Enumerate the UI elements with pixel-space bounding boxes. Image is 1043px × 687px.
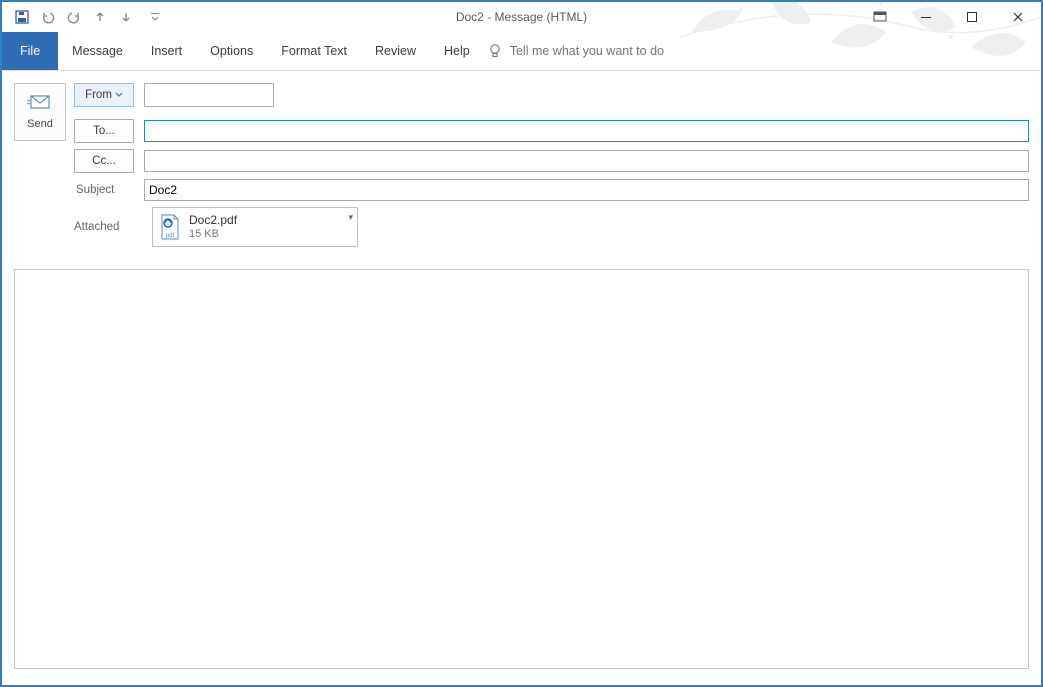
envelope-send-icon bbox=[27, 94, 53, 112]
from-button[interactable]: From bbox=[74, 83, 134, 107]
quick-access-toolbar bbox=[2, 2, 162, 32]
tell-me-input[interactable] bbox=[508, 43, 752, 59]
close-icon bbox=[1012, 11, 1024, 23]
chevron-down-icon bbox=[150, 12, 160, 22]
subject-input[interactable] bbox=[144, 179, 1029, 201]
send-button[interactable]: Send bbox=[14, 83, 66, 141]
tab-format-text[interactable]: Format Text bbox=[267, 32, 361, 70]
svg-text:pdf: pdf bbox=[166, 233, 175, 239]
maximize-icon bbox=[966, 11, 978, 23]
send-label: Send bbox=[27, 118, 53, 130]
attached-label: Attached bbox=[74, 221, 132, 233]
attachment-size: 15 KB bbox=[189, 228, 237, 241]
maximize-button[interactable] bbox=[949, 2, 995, 32]
minimize-button[interactable] bbox=[903, 2, 949, 32]
arrow-down-icon bbox=[120, 11, 132, 23]
minimize-icon bbox=[920, 11, 932, 23]
cc-button[interactable]: Cc... bbox=[74, 149, 134, 173]
redo-button[interactable] bbox=[62, 5, 86, 29]
save-button[interactable] bbox=[10, 5, 34, 29]
message-window: Doc2 - Message (HTML) File Message Inser… bbox=[0, 0, 1043, 687]
undo-icon bbox=[41, 10, 55, 24]
arrow-up-icon bbox=[94, 11, 106, 23]
tab-message[interactable]: Message bbox=[58, 32, 137, 70]
lightbulb-icon bbox=[488, 43, 502, 59]
redo-icon bbox=[67, 10, 81, 24]
from-label: From bbox=[85, 89, 112, 101]
attachment-chip[interactable]: pdf Doc2.pdf 15 KB ▾ bbox=[152, 207, 358, 247]
cc-input[interactable] bbox=[144, 150, 1029, 172]
next-item-button[interactable] bbox=[114, 5, 138, 29]
tab-help[interactable]: Help bbox=[430, 32, 484, 70]
to-input[interactable] bbox=[144, 120, 1029, 142]
tab-review[interactable]: Review bbox=[361, 32, 430, 70]
attachment-dropdown-icon[interactable]: ▾ bbox=[348, 212, 353, 223]
attachment-name: Doc2.pdf bbox=[189, 213, 237, 227]
undo-button[interactable] bbox=[36, 5, 60, 29]
ribbon-display-options-icon bbox=[873, 11, 887, 23]
message-header: Send From To... Cc... bbox=[2, 71, 1041, 257]
previous-item-button[interactable] bbox=[88, 5, 112, 29]
window-controls bbox=[857, 2, 1041, 32]
tab-insert[interactable]: Insert bbox=[137, 32, 196, 70]
tab-file[interactable]: File bbox=[2, 32, 58, 70]
title-bar: Doc2 - Message (HTML) bbox=[2, 2, 1041, 32]
tell-me-search[interactable] bbox=[488, 32, 752, 70]
tab-options[interactable]: Options bbox=[196, 32, 267, 70]
from-field[interactable] bbox=[144, 83, 274, 107]
close-button[interactable] bbox=[995, 2, 1041, 32]
ribbon-display-options-button[interactable] bbox=[857, 2, 903, 32]
subject-label: Subject bbox=[74, 184, 134, 196]
to-button[interactable]: To... bbox=[74, 119, 134, 143]
ribbon-tabs: File Message Insert Options Format Text … bbox=[2, 32, 1041, 71]
message-body[interactable] bbox=[14, 269, 1029, 669]
save-icon bbox=[15, 10, 29, 24]
chevron-down-icon bbox=[115, 91, 123, 99]
customize-qat-button[interactable] bbox=[148, 5, 162, 29]
pdf-file-icon: pdf bbox=[159, 214, 181, 240]
